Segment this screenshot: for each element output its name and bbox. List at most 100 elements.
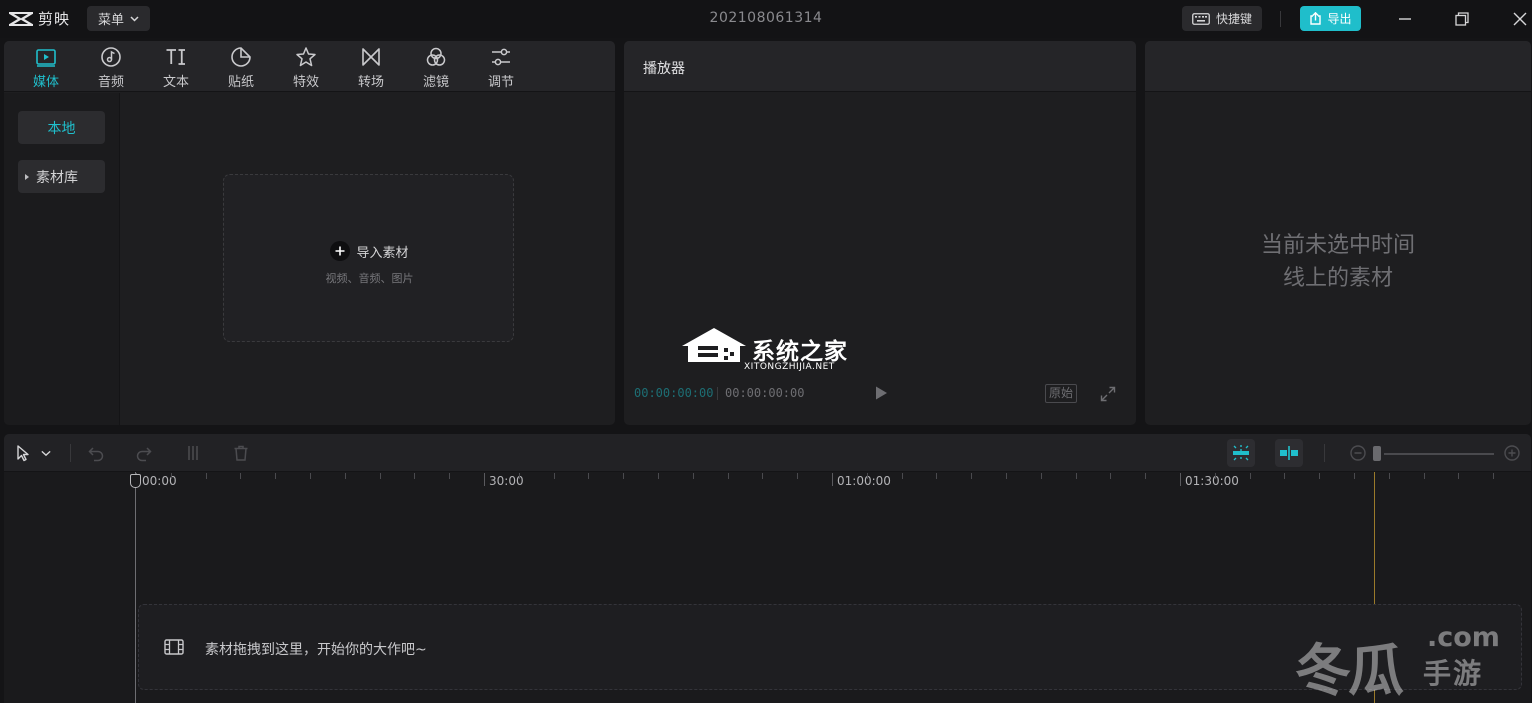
ruler-minor-tick xyxy=(762,473,763,479)
undo-button[interactable] xyxy=(86,443,106,463)
tab-adjust-label: 调节 xyxy=(487,75,514,90)
minimize-icon xyxy=(1399,18,1411,20)
restore-button[interactable] xyxy=(1450,7,1474,31)
properties-header xyxy=(1145,41,1531,92)
sidebar-item-local[interactable]: 本地 xyxy=(18,111,105,144)
ruler-minor-tick xyxy=(936,473,937,479)
ruler-minor-tick xyxy=(519,473,520,479)
chevron-down-icon xyxy=(130,15,139,22)
sidebar-item-label: 素材库 xyxy=(36,169,78,186)
ruler-minor-tick xyxy=(867,473,868,479)
corner-watermark-brand: 冬瓜 xyxy=(1295,639,1404,703)
star-effect-icon xyxy=(296,47,316,67)
close-button[interactable] xyxy=(1508,7,1532,31)
zoom-slider-handle[interactable] xyxy=(1373,446,1381,461)
close-icon xyxy=(1513,12,1527,26)
redo-icon xyxy=(136,447,152,462)
tab-transition[interactable]: 转场 xyxy=(341,41,401,92)
aspect-ratio-button[interactable]: 原始 xyxy=(1045,384,1078,403)
ruler-minor-tick xyxy=(380,473,381,479)
ruler-minor-tick xyxy=(1250,473,1251,479)
play-icon[interactable] xyxy=(873,385,889,401)
ruler-minor-tick xyxy=(1493,473,1494,479)
redo-button[interactable] xyxy=(134,443,154,463)
shortcut-button[interactable]: 快捷键 xyxy=(1182,6,1262,31)
sidebar-item-library[interactable]: 素材库 xyxy=(18,160,105,193)
shortcut-button-label: 快捷键 xyxy=(1215,12,1252,26)
tab-sticker-label: 贴纸 xyxy=(227,75,254,90)
time-divider xyxy=(717,387,718,400)
house-logo-icon xyxy=(682,328,746,362)
playhead-line[interactable] xyxy=(135,472,136,703)
tab-adjust[interactable]: 调节 xyxy=(471,41,531,92)
tab-filter[interactable]: 滤镜 xyxy=(406,41,466,92)
split-button[interactable] xyxy=(183,443,203,463)
zoom-in-button[interactable] xyxy=(1502,443,1522,463)
ruler-minor-tick xyxy=(1319,473,1320,479)
ruler-minor-tick xyxy=(310,473,311,479)
music-note-icon xyxy=(101,47,121,67)
ruler-minor-tick xyxy=(554,473,555,479)
delete-button[interactable] xyxy=(231,443,251,463)
ruler-major-tick xyxy=(832,473,833,486)
time-ruler[interactable]: 00:00 30:00 01:00:00 01:30:00 xyxy=(4,472,1531,489)
tab-transition-label: 转场 xyxy=(357,75,384,90)
tab-text[interactable]: 文本 xyxy=(146,41,206,92)
ruler-label: 01:30:00 xyxy=(1185,474,1239,488)
ruler-minor-tick xyxy=(171,473,172,479)
tab-filter-label: 滤镜 xyxy=(422,75,449,90)
app-name: 剪映 xyxy=(38,10,71,28)
ruler-minor-tick xyxy=(623,473,624,479)
ruler-minor-tick xyxy=(1424,473,1425,479)
caret-right-icon xyxy=(25,173,29,180)
corner-watermark: 冬瓜 .com 手游 xyxy=(1295,622,1505,703)
current-time: 00:00:00:00 xyxy=(634,386,714,400)
tab-audio-label: 音频 xyxy=(97,75,124,90)
chevron-down-icon xyxy=(41,450,51,456)
auto-snap-button[interactable] xyxy=(1227,439,1255,467)
select-tool-button[interactable] xyxy=(13,443,33,463)
export-share-icon xyxy=(1310,12,1322,25)
tab-text-label: 文本 xyxy=(162,75,189,90)
menu-button-label: 菜单 xyxy=(97,13,124,28)
select-tool-dropdown[interactable] xyxy=(40,443,52,463)
tab-audio[interactable]: 音频 xyxy=(81,41,141,92)
playhead-handle[interactable] xyxy=(130,474,141,488)
import-media-hint: 视频、音频、图片 xyxy=(325,272,414,285)
bowtie-transition-icon xyxy=(362,48,380,66)
keyboard-icon xyxy=(1192,12,1210,25)
ruler-minor-tick xyxy=(414,473,415,479)
import-media-dropzone[interactable]: 导入素材 视频、音频、图片 xyxy=(223,174,514,342)
ruler-major-tick xyxy=(1180,473,1181,486)
track-header-column xyxy=(4,472,136,703)
restore-window-icon xyxy=(1455,12,1469,26)
ruler-minor-tick xyxy=(1389,473,1390,479)
menu-button[interactable]: 菜单 xyxy=(87,6,150,31)
zoom-out-button[interactable] xyxy=(1348,443,1368,463)
tab-effects[interactable]: 特效 xyxy=(276,41,336,92)
linkage-button[interactable] xyxy=(1275,439,1303,467)
zoom-slider-track[interactable] xyxy=(1384,453,1494,455)
zoom-in-icon xyxy=(1504,445,1520,461)
minimize-button[interactable] xyxy=(1393,7,1417,31)
tab-media[interactable]: 媒体 xyxy=(16,41,76,92)
watermark-title: 系统之家 xyxy=(752,339,848,365)
export-button[interactable]: 导出 xyxy=(1300,6,1361,31)
titlebar-divider xyxy=(1280,11,1281,27)
media-play-icon xyxy=(36,49,56,67)
ruler-minor-tick xyxy=(240,473,241,479)
zoom-out-icon xyxy=(1350,445,1366,461)
fullscreen-icon[interactable] xyxy=(1100,386,1116,402)
ruler-minor-tick xyxy=(971,473,972,479)
corner-watermark-domain: .com xyxy=(1427,622,1500,653)
ruler-minor-tick xyxy=(1145,473,1146,479)
tab-sticker[interactable]: 贴纸 xyxy=(211,41,271,92)
player-title: 播放器 xyxy=(643,61,685,77)
ruler-minor-tick xyxy=(1041,473,1042,479)
ruler-minor-tick xyxy=(728,473,729,479)
ruler-minor-tick xyxy=(658,473,659,479)
ruler-minor-tick xyxy=(797,473,798,479)
ruler-minor-tick xyxy=(902,473,903,479)
ruler-minor-tick xyxy=(1458,473,1459,479)
ruler-minor-tick xyxy=(588,473,589,479)
